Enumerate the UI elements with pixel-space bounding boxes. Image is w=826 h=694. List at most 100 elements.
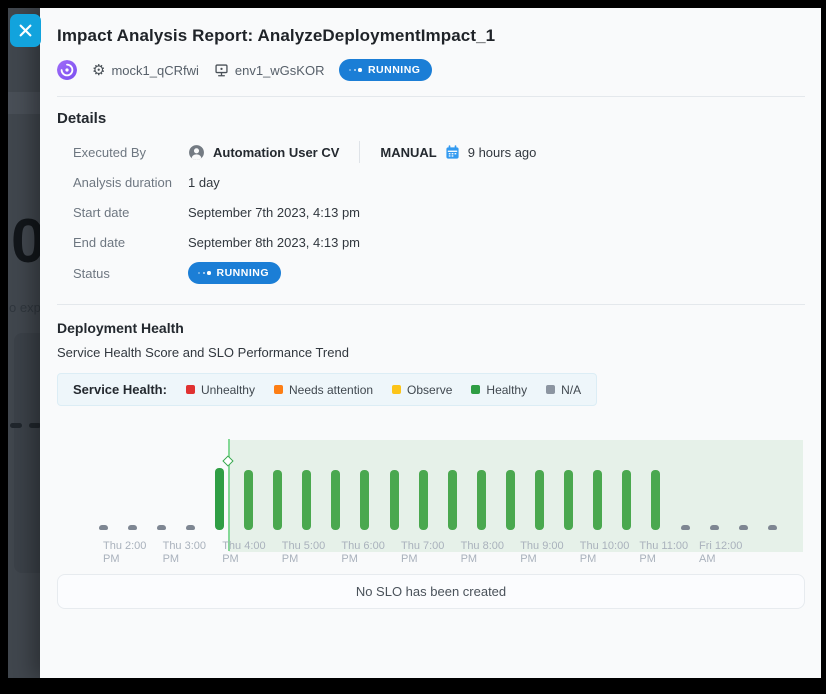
calendar-icon xyxy=(445,145,460,160)
legend-label: Observe xyxy=(407,383,452,397)
x-axis-label: Thu 2:00PM xyxy=(103,540,163,566)
environment-chip-label: env1_wGsKOR xyxy=(235,63,325,78)
section-divider xyxy=(57,304,805,305)
detail-value: Automation User CV MANUAL 9 hours ago xyxy=(188,141,536,163)
running-dots-icon xyxy=(349,68,362,72)
health-bar[interactable] xyxy=(710,525,719,530)
detail-label: Start date xyxy=(73,205,188,220)
health-bar[interactable] xyxy=(448,470,457,530)
slo-empty-state: No SLO has been created xyxy=(57,574,805,609)
legend-item-needs-attention: Needs attention xyxy=(274,383,373,397)
running-dots-icon xyxy=(198,271,211,275)
observe-swatch-icon xyxy=(392,385,401,394)
na-swatch-icon xyxy=(546,385,555,394)
report-title: Impact Analysis Report: AnalyzeDeploymen… xyxy=(57,26,805,46)
header-divider xyxy=(57,96,805,97)
service-avatar-icon xyxy=(57,60,77,80)
legend-label: Needs attention xyxy=(289,383,373,397)
health-trend-chart: Thu 2:00PMThu 3:00PMThu 4:00PMThu 5:00PM… xyxy=(57,418,805,570)
detail-label: Status xyxy=(73,266,188,281)
deployment-health-subtitle: Service Health Score and SLO Performance… xyxy=(57,345,805,360)
detail-label: Analysis duration xyxy=(73,175,188,190)
x-axis-label: Thu 6:00PM xyxy=(341,540,401,566)
health-bar[interactable] xyxy=(390,470,399,530)
x-axis-label: Thu 7:00PM xyxy=(401,540,461,566)
healthy-swatch-icon xyxy=(471,385,480,394)
screen: 0 o exp Impact Analysis Report: AnalyzeD… xyxy=(0,0,826,694)
legend-item-na: N/A xyxy=(546,383,581,397)
status-badge-label: RUNNING xyxy=(217,267,270,279)
environment-chip: env1_wGsKOR xyxy=(214,63,325,78)
x-axis-label: Thu 9:00PM xyxy=(520,540,580,566)
health-bar[interactable] xyxy=(360,470,369,530)
x-axis-label: Thu 10:00PM xyxy=(580,540,640,566)
health-bar[interactable] xyxy=(244,470,253,530)
user-icon xyxy=(188,144,205,161)
health-bar[interactable] xyxy=(768,525,777,530)
service-chip-label: mock1_qCRfwi xyxy=(111,63,198,78)
needs-attention-swatch-icon xyxy=(274,385,283,394)
detail-row-executed-by: Executed By Automation User CV xyxy=(57,137,805,167)
gear-icon: ⚙ xyxy=(92,63,105,78)
background-bar-stub xyxy=(10,423,22,428)
report-meta-row: ⚙ mock1_qCRfwi env1_wGsKOR RUNNING xyxy=(57,59,805,81)
x-axis-label: Thu 5:00PM xyxy=(282,540,342,566)
health-bar[interactable] xyxy=(273,470,282,530)
legend-item-observe: Observe xyxy=(392,383,452,397)
health-bar[interactable] xyxy=(739,525,748,530)
vertical-separator xyxy=(359,141,360,163)
legend-item-unhealthy: Unhealthy xyxy=(186,383,255,397)
trigger-type: MANUAL xyxy=(380,145,436,160)
x-axis-label: Thu 4:00PM xyxy=(222,540,282,566)
detail-row-start-date: Start date September 7th 2023, 4:13 pm xyxy=(57,197,805,227)
x-axis-label: Thu 8:00PM xyxy=(461,540,521,566)
legend-label: N/A xyxy=(561,383,581,397)
background-panel-edge xyxy=(14,333,42,573)
health-bar[interactable] xyxy=(128,525,137,530)
health-bar[interactable] xyxy=(535,470,544,530)
detail-row-status: Status RUNNING xyxy=(57,257,805,289)
legend-title: Service Health: xyxy=(73,382,167,397)
health-bar[interactable] xyxy=(593,470,602,530)
dimmed-background-page: 0 o exp Impact Analysis Report: AnalyzeD… xyxy=(8,8,821,678)
executed-by-user: Automation User CV xyxy=(213,145,339,160)
health-bar[interactable] xyxy=(419,470,428,530)
health-bar[interactable] xyxy=(564,470,573,530)
background-partial-text: o exp xyxy=(9,300,41,315)
health-bar[interactable] xyxy=(506,470,515,530)
health-bar[interactable] xyxy=(331,470,340,530)
close-drawer-button[interactable] xyxy=(10,14,41,47)
health-bar[interactable] xyxy=(157,525,166,530)
x-axis-label: Thu 3:00PM xyxy=(163,540,223,566)
health-bar[interactable] xyxy=(186,525,195,530)
health-bar[interactable] xyxy=(477,470,486,530)
service-health-legend: Service Health: Unhealthy Needs attentio… xyxy=(57,373,597,406)
environment-icon xyxy=(214,63,229,78)
post-deployment-shade xyxy=(229,440,803,552)
health-bar[interactable] xyxy=(215,468,224,530)
detail-value: September 7th 2023, 4:13 pm xyxy=(188,205,360,220)
health-bar[interactable] xyxy=(651,470,660,530)
deployment-health-heading: Deployment Health xyxy=(57,320,805,336)
detail-label: Executed By xyxy=(73,145,188,160)
close-icon xyxy=(19,24,32,37)
health-bar[interactable] xyxy=(302,470,311,530)
details-list: Executed By Automation User CV xyxy=(57,137,805,289)
service-chip: ⚙ mock1_qCRfwi xyxy=(92,63,199,78)
legend-item-healthy: Healthy xyxy=(471,383,527,397)
detail-row-analysis-duration: Analysis duration 1 day xyxy=(57,167,805,197)
x-axis-label: Thu 11:00PM xyxy=(639,540,699,566)
detail-value: 1 day xyxy=(188,175,220,190)
x-axis-label: Fri 12:00AM xyxy=(699,540,759,566)
unhealthy-swatch-icon xyxy=(186,385,195,394)
impact-analysis-drawer: Impact Analysis Report: AnalyzeDeploymen… xyxy=(40,8,821,678)
health-bar[interactable] xyxy=(622,470,631,530)
health-bar[interactable] xyxy=(681,525,690,530)
details-heading: Details xyxy=(57,110,805,127)
status-badge-label: RUNNING xyxy=(368,64,421,76)
status-badge: RUNNING xyxy=(188,262,281,284)
health-bar[interactable] xyxy=(99,525,108,530)
detail-label: End date xyxy=(73,235,188,250)
slo-empty-message: No SLO has been created xyxy=(356,584,506,599)
detail-value: September 8th 2023, 4:13 pm xyxy=(188,235,360,250)
